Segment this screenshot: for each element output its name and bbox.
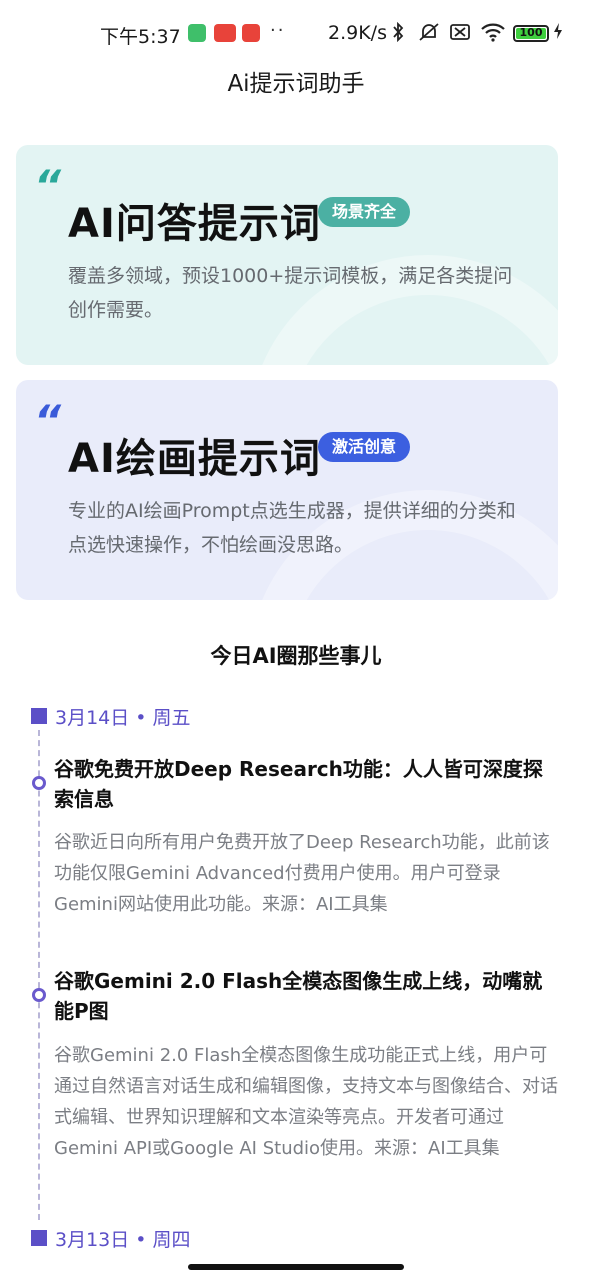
home-indicator[interactable] [188,1264,404,1270]
app-notification-icon-2 [242,24,260,42]
news-item-title[interactable]: 谷歌免费开放Deep Research功能：人人皆可深度探索信息 [54,754,554,814]
card-description: 专业的AI绘画Prompt点选生成器，提供详细的分类和点选快速操作，不怕绘画没思… [68,500,516,556]
wifi-icon [480,22,506,47]
card-title: AI问答提示词 [68,201,321,247]
bolt-icon [553,22,563,44]
card-badge: 场景齐全 [318,197,411,227]
timeline-dot [32,776,46,790]
news-item-title[interactable]: 谷歌Gemini 2.0 Flash全模态图像生成上线，动嘴就能P图 [54,966,554,1026]
card-description: 覆盖多领域，预设1000+提示词模板，满足各类提问创作需要。 [68,265,513,321]
bell-off-icon [418,22,440,47]
timeline-dot [32,988,46,1002]
battery-level: 100 [519,26,543,39]
app-notification-icon [214,24,236,42]
news-item-body: 谷歌近日向所有用户免费开放了Deep Research功能，此前该功能仅限Gem… [54,832,550,915]
card-badge: 激活创意 [318,432,411,462]
qa-prompts-card[interactable]: “ AI问答提示词 场景齐全 覆盖多领域，预设1000+提示词模板，满足各类提问… [16,145,558,365]
status-bar: 下午5:37 ·· 2.9K/s 100 [0,0,592,64]
network-speed: 2.9K/s [328,22,387,44]
quote-icon: “ [34,396,62,445]
wechat-notification-icon [188,24,206,42]
quote-icon: “ [34,161,62,210]
news-item-body: 谷歌Gemini 2.0 Flash全模态图像生成功能正式上线，用户可通过自然语… [54,1045,558,1159]
date-marker-icon [31,1230,47,1246]
date-label: 3月14日 • 周五 [55,707,191,729]
news-section-title: 今日AI圈那些事儿 [210,644,382,668]
date-marker-icon [31,708,47,724]
no-sim-icon [449,22,471,47]
drawing-prompts-card[interactable]: “ AI绘画提示词 激活创意 专业的AI绘画Prompt点选生成器，提供详细的分… [16,380,558,600]
page-title: Ai提示词助手 [227,71,365,97]
status-time: 下午5:37 [100,26,181,48]
timeline-line [38,730,40,1220]
card-title: AI绘画提示词 [68,436,321,482]
battery-icon: 100 [513,25,549,42]
date-label: 3月13日 • 周四 [55,1229,191,1251]
more-notifications-icon: ·· [270,20,286,41]
bluetooth-icon [392,21,404,47]
